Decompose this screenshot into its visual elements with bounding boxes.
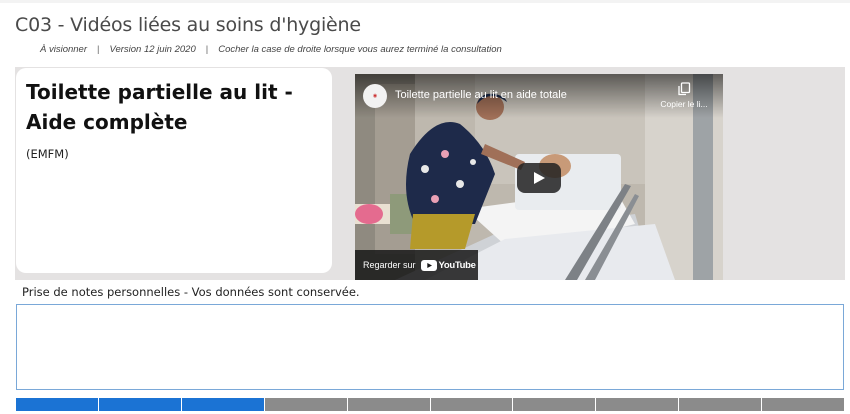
copy-icon (678, 82, 691, 96)
video-player[interactable]: ◉ Toilette partielle au lit en aide tota… (355, 74, 723, 280)
instruction-label: Cocher la case de droite lorsque vous au… (218, 44, 502, 55)
progress-segment-pending (430, 398, 513, 411)
card-source: (EMFM) (26, 147, 69, 161)
version-label: Version 12 juin 2020 (109, 44, 196, 55)
copy-link-label: Copier le li... (660, 99, 708, 109)
status-label: À visionner (40, 44, 87, 55)
youtube-logo: YouTube (420, 259, 476, 271)
meta-separator: | (97, 44, 100, 55)
info-card: Toilette partielle au lit - Aide complèt… (16, 68, 332, 273)
youtube-wordmark: YouTube (438, 259, 476, 271)
watch-on-label: Regarder sur (363, 260, 416, 270)
play-icon (534, 172, 545, 184)
progress-segment-pending (596, 398, 679, 411)
card-title: Toilette partielle au lit - Aide complèt… (26, 80, 293, 134)
watch-on-youtube-button[interactable]: Regarder sur YouTube (355, 250, 478, 280)
copy-link-button[interactable]: Copier le li... (653, 82, 715, 109)
notes-label: Prise de notes personnelles - Vos donnée… (22, 285, 360, 299)
youtube-icon (420, 259, 437, 271)
progress-segment-pending (347, 398, 430, 411)
progress-segment-pending (264, 398, 347, 411)
meta-line: À visionner | Version 12 juin 2020 | Coc… (40, 44, 502, 55)
progress-bar (16, 398, 845, 411)
page-title: C03 - Vidéos liées au soins d'hygiène (15, 14, 361, 36)
play-button[interactable] (517, 163, 561, 193)
progress-segment-pending (513, 398, 596, 411)
progress-segment-complete (16, 398, 98, 411)
channel-avatar-icon[interactable]: ◉ (363, 84, 387, 108)
progress-segment-pending (679, 398, 762, 411)
progress-segment-pending (762, 398, 845, 411)
video-title[interactable]: Toilette partielle au lit en aide totale (395, 89, 567, 101)
notes-textarea[interactable] (16, 304, 844, 390)
meta-separator: | (205, 44, 209, 55)
progress-segment-complete (181, 398, 264, 411)
progress-segment-complete (98, 398, 181, 411)
